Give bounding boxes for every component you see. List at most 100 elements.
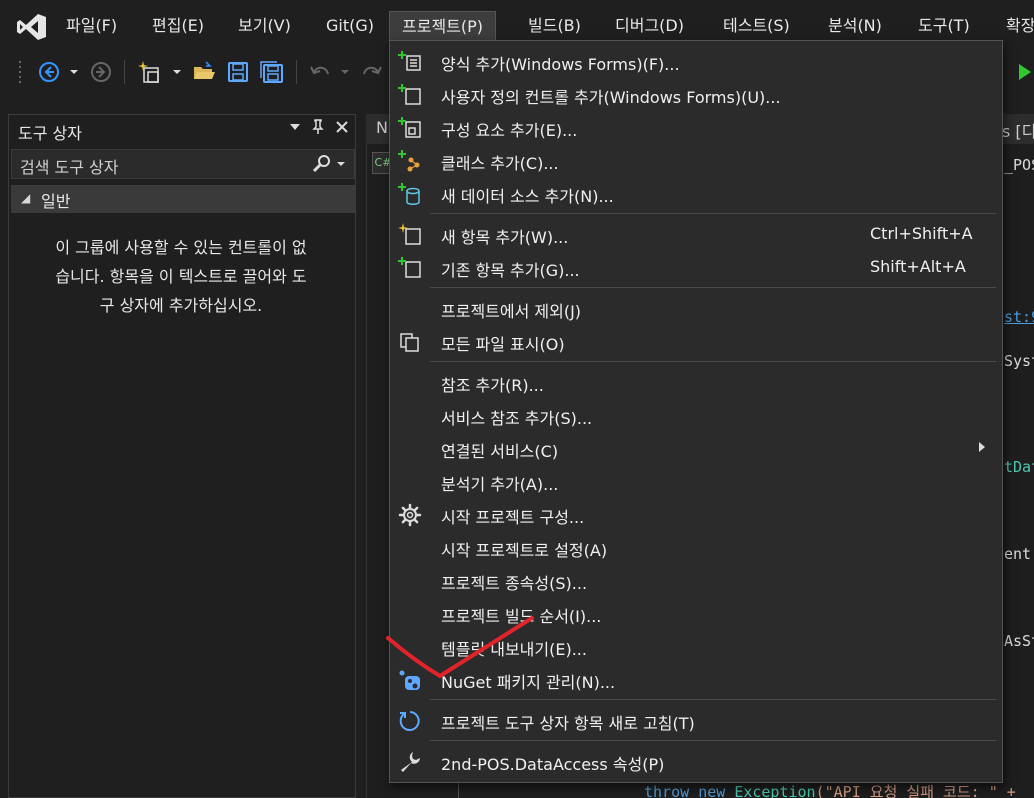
back-button[interactable] xyxy=(36,58,62,86)
close-icon[interactable] xyxy=(335,120,349,134)
menu-item-label: 사용자 정의 컨트롤 추가(Windows Forms)(U)... xyxy=(441,88,781,107)
menu-item-project-dependencies[interactable]: 프로젝트 종속성(S)... xyxy=(390,564,1002,597)
wrench-icon xyxy=(398,750,422,774)
code-fragment: _POS xyxy=(1004,156,1034,174)
menu-item-existing-item[interactable]: 기존 항목 추가(G)... Shift+Alt+A xyxy=(390,251,1002,284)
code-line-throw: throw new Exception("API 요청 실패 코드: " + xyxy=(644,781,1016,798)
back-dropdown[interactable] xyxy=(66,58,82,86)
menu-item-label: 시작 프로젝트 구성... xyxy=(441,508,585,527)
menu-item-add-reference[interactable]: 참조 추가(R)... xyxy=(390,366,1002,399)
add-class-icon xyxy=(398,149,422,173)
menu-item-add-analyzer[interactable]: 분석기 추가(A)... xyxy=(390,465,1002,498)
menu-item-set-as-startup-project[interactable]: 시작 프로젝트로 설정(A) xyxy=(390,531,1002,564)
menu-item-shortcut: Shift+Alt+A xyxy=(870,257,966,276)
menu-item-label: 새 데이터 소스 추가(N)... xyxy=(441,187,614,206)
forward-button[interactable] xyxy=(88,58,114,86)
menu-item-add-form[interactable]: 양식 추가(Windows Forms)(F)... xyxy=(390,45,1002,78)
new-project-dropdown[interactable] xyxy=(170,58,184,86)
menu-separator xyxy=(430,213,996,214)
menu-item-add-class[interactable]: 클래스 추가(C)... xyxy=(390,144,1002,177)
menu-build[interactable]: 빌드(B) xyxy=(516,11,593,41)
toolbox-empty-message: 이 그룹에 사용할 수 있는 컨트롤이 없 습니다. 항목을 이 텍스트로 끌어… xyxy=(21,233,341,320)
menu-item-label: 새 항목 추가(W)... xyxy=(441,228,569,247)
window-options-chevron-icon[interactable] xyxy=(289,123,301,131)
menu-item-label: NuGet 패키지 관리(N)... xyxy=(441,673,616,692)
menu-project[interactable]: 프로젝트(P) xyxy=(389,11,497,42)
empty-message-line: 이 그룹에 사용할 수 있는 컨트롤이 없 xyxy=(55,238,307,257)
menu-item-connected-services[interactable]: 연결된 서비스(C) xyxy=(390,432,1002,465)
menu-item-label: 프로젝트에서 제외(J) xyxy=(441,302,582,321)
code-fragment: ent xyxy=(1004,545,1032,563)
menu-item-label: 연결된 서비스(C) xyxy=(441,442,559,461)
undo-icon xyxy=(310,66,329,75)
menu-item-exclude-from-project[interactable]: 프로젝트에서 제외(J) xyxy=(390,292,1002,325)
save-button[interactable] xyxy=(224,58,252,86)
save-all-button[interactable] xyxy=(258,58,286,86)
menu-extensions[interactable]: 확장 xyxy=(994,11,1034,41)
menu-separator xyxy=(430,740,996,741)
menu-item-shortcut: Ctrl+Shift+A xyxy=(870,224,973,243)
redo-button[interactable] xyxy=(358,58,386,86)
menu-item-project-properties[interactable]: 2nd-POS.DataAccess 속성(P) xyxy=(390,745,1002,778)
menu-item-label: 기존 항목 추가(G)... xyxy=(441,261,580,280)
gear-icon xyxy=(398,503,422,527)
code-fragment: Syst xyxy=(1004,352,1034,370)
undo-dropdown[interactable] xyxy=(338,58,352,86)
forward-arrow-icon xyxy=(91,62,111,82)
menu-view[interactable]: 보기(V) xyxy=(226,11,303,41)
menu-tools[interactable]: 도구(T) xyxy=(906,11,982,41)
toolbox-group-general[interactable]: ◢ 일반 xyxy=(11,185,355,213)
chevron-down-icon xyxy=(70,70,78,74)
add-component-icon xyxy=(398,116,422,140)
menu-debug[interactable]: 디버그(D) xyxy=(603,11,696,41)
show-all-files-icon xyxy=(398,330,422,354)
pin-icon[interactable] xyxy=(311,119,325,135)
menu-item-refresh-toolbox-items[interactable]: 프로젝트 도구 상자 항목 새로 고침(T) xyxy=(390,704,1002,737)
menu-item-add-data-source[interactable]: 새 데이터 소스 추가(N)... xyxy=(390,177,1002,210)
menu-item-add-user-control[interactable]: 사용자 정의 컨트롤 추가(Windows Forms)(U)... xyxy=(390,78,1002,111)
menu-item-export-template[interactable]: 템플릿 내보내기(E)... xyxy=(390,630,1002,663)
new-project-icon xyxy=(138,61,159,83)
save-icon xyxy=(228,62,248,82)
toolbox-search-placeholder: 검색 도구 상자 xyxy=(20,158,119,177)
new-project-button[interactable] xyxy=(136,58,166,86)
menu-item-label: 클래스 추가(C)... xyxy=(441,154,559,173)
code-keyword: new xyxy=(698,783,726,798)
undo-button[interactable] xyxy=(306,58,334,86)
redo-icon xyxy=(363,66,382,75)
menu-test[interactable]: 테스트(S) xyxy=(711,11,802,41)
search-icon[interactable] xyxy=(312,154,332,174)
save-all-icon xyxy=(260,61,283,83)
menu-item-label: 구성 요소 추가(E)... xyxy=(441,121,578,140)
menu-item-label: 프로젝트 종속성(S)... xyxy=(441,574,588,593)
menu-file[interactable]: 파일(F) xyxy=(54,11,129,41)
toolbox-group-label: 일반 xyxy=(41,192,71,211)
menu-item-label: 모든 파일 표시(O) xyxy=(441,335,565,354)
toolbar-grip-icon xyxy=(16,58,24,86)
menu-git[interactable]: Git(G) xyxy=(314,11,386,41)
refresh-icon xyxy=(398,709,422,733)
chevron-down-icon[interactable] xyxy=(336,161,346,167)
editor-tab-right[interactable]: s [디 xyxy=(1002,114,1034,144)
menu-item-manage-nuget-packages[interactable]: NuGet 패키지 관리(N)... xyxy=(390,663,1002,696)
menu-item-configure-startup-projects[interactable]: 시작 프로젝트 구성... xyxy=(390,498,1002,531)
toolbox-search-input[interactable]: 검색 도구 상자 xyxy=(11,149,355,179)
start-debugging-button[interactable] xyxy=(1016,58,1034,86)
menu-item-add-component[interactable]: 구성 요소 추가(E)... xyxy=(390,111,1002,144)
menu-item-show-all-files[interactable]: 모든 파일 표시(O) xyxy=(390,325,1002,358)
play-icon xyxy=(1019,64,1031,80)
menu-item-project-build-order[interactable]: 프로젝트 빌드 순서(I)... xyxy=(390,597,1002,630)
visual-studio-logo-icon xyxy=(17,14,46,40)
menu-item-new-item[interactable]: 새 항목 추가(W)... Ctrl+Shift+A xyxy=(390,218,1002,251)
code-type: Exception xyxy=(734,783,816,798)
menu-edit[interactable]: 편집(E) xyxy=(140,11,216,41)
menu-item-label: 시작 프로젝트로 설정(A) xyxy=(441,541,608,560)
add-form-icon xyxy=(398,50,422,74)
submenu-arrow-icon xyxy=(979,442,985,452)
menu-item-label: 프로젝트 빌드 순서(I)... xyxy=(441,607,602,626)
open-file-button[interactable] xyxy=(190,58,218,86)
menu-item-label: 서비스 참조 추가(S)... xyxy=(441,409,593,428)
menu-item-add-service-reference[interactable]: 서비스 참조 추가(S)... xyxy=(390,399,1002,432)
menu-analyze[interactable]: 분석(N) xyxy=(816,11,894,41)
menu-item-label: 프로젝트 도구 상자 항목 새로 고침(T) xyxy=(441,714,695,733)
